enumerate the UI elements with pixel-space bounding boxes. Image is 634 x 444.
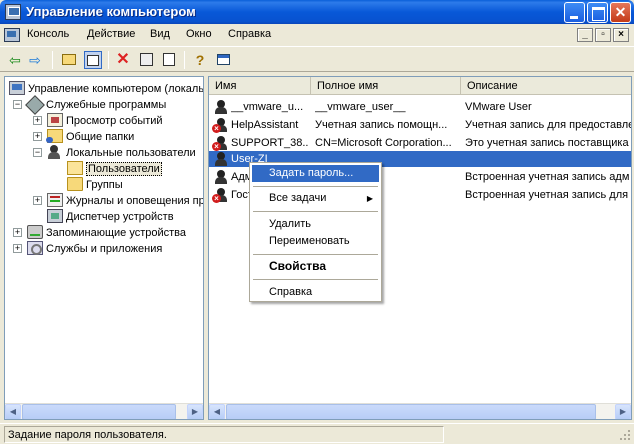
expand-toggle[interactable]: + — [33, 196, 42, 205]
scroll-left-button[interactable]: ◀ — [5, 404, 21, 419]
computer-management-icon[interactable] — [5, 4, 21, 20]
tree-item-computer-management[interactable]: Управление компьютером (локаль — [9, 81, 203, 97]
menu-set-password[interactable]: Задать пароль... — [252, 165, 379, 182]
event-viewer-icon — [47, 113, 63, 127]
scroll-thumb[interactable] — [226, 404, 596, 419]
title-bar: Управление компьютером — [0, 0, 634, 24]
expand-toggle[interactable]: + — [13, 244, 22, 253]
computer-management-icon — [9, 81, 25, 95]
tree-item-event-viewer[interactable]: Просмотр событий — [47, 113, 163, 129]
menu-rename[interactable]: Переименовать — [252, 233, 379, 250]
shared-folder-icon — [46, 129, 63, 143]
menu-delete[interactable]: Удалить — [252, 216, 379, 233]
device-manager-icon — [47, 209, 63, 223]
services-icon — [27, 241, 43, 255]
expand-toggle[interactable]: + — [13, 228, 22, 237]
up-folder-icon[interactable] — [60, 51, 78, 69]
menu-separator — [253, 254, 378, 255]
user-icon — [213, 152, 229, 167]
column-full-name[interactable]: Полное имя — [311, 77, 461, 95]
user-icon — [213, 170, 229, 185]
disabled-user-icon: × — [212, 188, 229, 203]
console-window-icon[interactable] — [4, 28, 20, 42]
performance-logs-icon — [47, 193, 63, 207]
menu-separator — [253, 211, 378, 212]
tree-item-perf-logs[interactable]: Журналы и оповещения пр — [47, 193, 203, 209]
scroll-left-button[interactable]: ◀ — [209, 404, 225, 419]
toolbar-separator — [52, 51, 53, 69]
menu-window[interactable]: Окно — [186, 28, 212, 40]
list-header: Имя Полное имя Описание — [209, 77, 631, 95]
window-title: Управление компьютером — [26, 4, 196, 19]
properties-icon[interactable] — [137, 51, 155, 69]
delete-icon[interactable]: ✕ — [114, 51, 132, 69]
disabled-user-icon: × — [212, 136, 229, 151]
list-horizontal-scrollbar[interactable]: ◀ ▶ — [209, 403, 631, 419]
scroll-thumb[interactable] — [22, 404, 176, 419]
menu-separator — [253, 279, 378, 280]
disabled-user-icon: × — [212, 118, 229, 133]
users-icon — [47, 145, 63, 159]
show-hide-tree-icon[interactable] — [84, 51, 102, 69]
expand-toggle[interactable]: + — [33, 132, 42, 141]
back-icon[interactable]: ⇦ — [6, 51, 24, 69]
collapse-toggle[interactable]: − — [13, 100, 22, 109]
resize-grip-icon[interactable] — [618, 428, 632, 442]
tree-item-system-tools[interactable]: Служебные программы — [27, 97, 166, 113]
help-icon[interactable]: ? — [191, 51, 209, 69]
tree-item-device-manager[interactable]: Диспетчер устройств — [47, 209, 174, 225]
close-button[interactable] — [610, 2, 631, 23]
maximize-button[interactable] — [587, 2, 608, 23]
menu-action[interactable]: Действие — [87, 28, 135, 40]
status-bar: Задание пароля пользователя. — [0, 423, 634, 444]
scroll-right-button[interactable]: ▶ — [187, 404, 203, 419]
storage-icon — [27, 225, 43, 239]
expand-toggle[interactable]: + — [33, 116, 42, 125]
child-close-button[interactable]: × — [613, 28, 629, 42]
toolbar: ⇦ ⇨ ✕ ? — [0, 46, 634, 72]
tree-horizontal-scrollbar[interactable]: ◀ ▶ — [5, 403, 203, 419]
column-name[interactable]: Имя — [209, 77, 311, 95]
folder-open-icon — [67, 161, 83, 175]
menu-view[interactable]: Вид — [150, 28, 170, 40]
list-row[interactable]: __vmware_u... __vmware_user__ VMware Use… — [209, 99, 631, 115]
child-minimize-button[interactable]: _ — [577, 28, 593, 42]
submenu-arrow-icon: ▶ — [366, 194, 373, 203]
menu-help[interactable]: Справка — [228, 28, 271, 40]
user-icon — [213, 100, 229, 115]
minimize-button[interactable] — [564, 2, 585, 23]
collapse-toggle[interactable]: − — [33, 148, 42, 157]
scroll-right-button[interactable]: ▶ — [615, 404, 631, 419]
list-row[interactable]: × HelpAssistant Учетная запись помощн...… — [209, 117, 631, 133]
menu-separator — [253, 186, 378, 187]
list-row[interactable]: × SUPPORT_38... CN=Microsoft Corporation… — [209, 135, 631, 151]
menu-all-tasks[interactable]: Все задачи ▶ — [252, 190, 379, 207]
forward-icon[interactable]: ⇨ — [26, 51, 44, 69]
toolbar-separator — [184, 51, 185, 69]
toolbar-separator — [108, 51, 109, 69]
tree-item-users[interactable]: Пользователи — [67, 161, 162, 177]
tree-item-local-users[interactable]: Локальные пользователи — [47, 145, 196, 161]
status-text: Задание пароля пользователя. — [4, 426, 444, 443]
export-icon[interactable] — [160, 51, 178, 69]
tree-item-services-apps[interactable]: Службы и приложения — [27, 241, 162, 257]
menu-console[interactable]: Консоль — [27, 28, 69, 40]
menu-bar: Консоль Действие Вид Окно Справка _ ▫ × — [0, 24, 634, 46]
folder-icon — [67, 177, 83, 191]
tree-item-storage[interactable]: Запоминающие устройства — [27, 225, 186, 241]
tree-item-shared-folders[interactable]: Общие папки — [46, 129, 134, 145]
menu-help-item[interactable]: Справка — [252, 284, 379, 301]
context-menu: Задать пароль... Все задачи ▶ Удалить Пер… — [249, 162, 382, 302]
menu-properties[interactable]: Свойства — [252, 258, 379, 275]
console-tree[interactable]: Управление компьютером (локаль − Служебн… — [4, 76, 204, 420]
system-tools-icon — [27, 97, 43, 111]
tree-item-groups[interactable]: Группы — [67, 177, 123, 193]
child-restore-button[interactable]: ▫ — [595, 28, 611, 42]
column-description[interactable]: Описание — [461, 77, 631, 95]
show-console-icon[interactable] — [214, 51, 232, 69]
